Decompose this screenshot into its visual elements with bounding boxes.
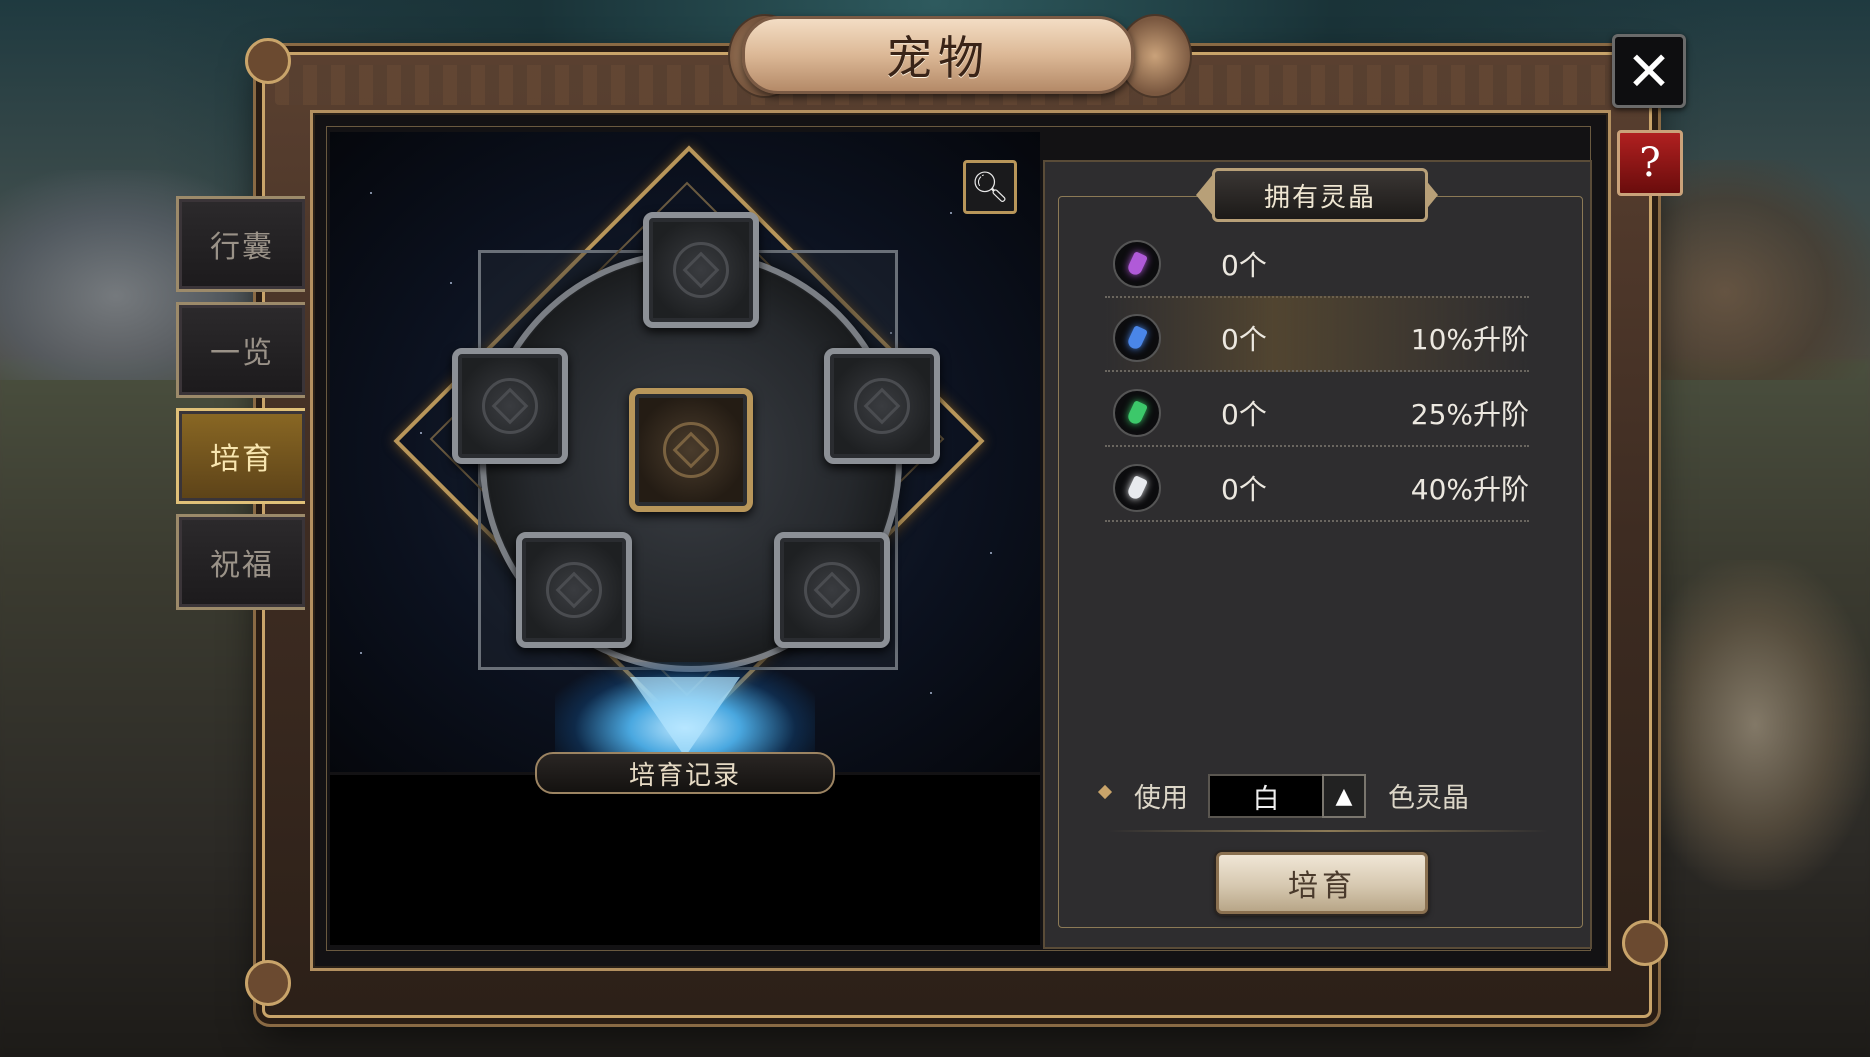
window-title: 宠物 bbox=[886, 31, 990, 85]
inspect-button[interactable]: 🔍︎ bbox=[963, 160, 1017, 214]
green-crystal-icon bbox=[1113, 389, 1161, 437]
pet-slot-center[interactable] bbox=[629, 388, 753, 512]
use-label: 使用 bbox=[1134, 783, 1188, 814]
window-title-plaque: 宠物 bbox=[742, 16, 1134, 94]
corner-ornament bbox=[245, 38, 291, 84]
slot-emblem-icon bbox=[482, 378, 538, 434]
pet-slot-right[interactable] bbox=[824, 348, 940, 464]
tab-blessing[interactable]: 祝福 bbox=[176, 514, 305, 610]
tab-label: 行囊 bbox=[210, 230, 274, 265]
crystal-count: 0个 bbox=[1221, 473, 1267, 506]
slot-emblem-icon bbox=[673, 242, 729, 298]
crystal-row-blue[interactable]: 0个 10%升阶 bbox=[1105, 296, 1529, 372]
color-dropdown-toggle[interactable]: ▲ bbox=[1322, 774, 1366, 818]
cultivation-record-button[interactable]: 培育记录 bbox=[535, 752, 835, 794]
slot-emblem-icon bbox=[546, 562, 602, 618]
crystal-header: 拥有灵晶 bbox=[1212, 168, 1428, 222]
tab-cultivate[interactable]: 培育 bbox=[176, 408, 305, 504]
crystal-count: 0个 bbox=[1221, 398, 1267, 431]
altar-light-beam bbox=[630, 677, 740, 757]
crystal-color-field[interactable]: 白 bbox=[1208, 774, 1324, 818]
panel-divider bbox=[1108, 830, 1548, 832]
crystal-row-white[interactable]: 0个 40%升阶 bbox=[1105, 446, 1529, 522]
tab-label: 培育 bbox=[210, 442, 274, 477]
pet-slot-bottom-left[interactable] bbox=[516, 532, 632, 648]
crystal-row-green[interactable]: 0个 25%升阶 bbox=[1105, 371, 1529, 447]
cultivate-label: 培育 bbox=[1288, 869, 1356, 904]
slot-emblem-icon bbox=[804, 562, 860, 618]
crystal-bonus: 25%升阶 bbox=[1410, 398, 1529, 431]
purple-crystal-icon bbox=[1113, 240, 1161, 288]
crystal-header-label: 拥有灵晶 bbox=[1263, 182, 1376, 213]
tab-label: 祝福 bbox=[210, 548, 274, 583]
cultivation-record-area bbox=[330, 775, 1040, 945]
slot-emblem-icon bbox=[854, 378, 910, 434]
triangle-up-icon: ▲ bbox=[1335, 783, 1353, 809]
help-icon: ? bbox=[1639, 140, 1661, 186]
corner-ornament bbox=[1622, 920, 1668, 966]
background-tree bbox=[1640, 560, 1870, 890]
corner-ornament bbox=[245, 960, 291, 1006]
crystal-bonus: 40%升阶 bbox=[1410, 473, 1529, 506]
help-button[interactable]: ? bbox=[1617, 130, 1683, 196]
record-label: 培育记录 bbox=[628, 760, 741, 791]
close-button[interactable]: ✕ bbox=[1612, 34, 1686, 108]
blue-crystal-icon bbox=[1113, 314, 1161, 362]
tab-overview[interactable]: 一览 bbox=[176, 302, 305, 398]
crystal-row-purple[interactable]: 0个 bbox=[1105, 222, 1529, 298]
tab-bag[interactable]: 行囊 bbox=[176, 196, 305, 292]
pet-slot-bottom-right[interactable] bbox=[774, 532, 890, 648]
white-crystal-icon bbox=[1113, 464, 1161, 512]
crystal-bonus: 10%升阶 bbox=[1410, 323, 1529, 356]
pet-slot-top[interactable] bbox=[643, 212, 759, 328]
color-suffix-label: 色灵晶 bbox=[1388, 783, 1469, 814]
slot-emblem-icon bbox=[663, 422, 719, 478]
pet-slot-left[interactable] bbox=[452, 348, 568, 464]
magnifier-icon: 🔍︎ bbox=[970, 169, 1010, 205]
crystal-count: 0个 bbox=[1221, 249, 1267, 282]
crystal-count: 0个 bbox=[1221, 323, 1267, 356]
cultivate-button[interactable]: 培育 bbox=[1216, 852, 1428, 914]
cultivation-altar bbox=[330, 132, 1040, 772]
close-icon: ✕ bbox=[1626, 39, 1672, 103]
tab-label: 一览 bbox=[210, 336, 274, 371]
